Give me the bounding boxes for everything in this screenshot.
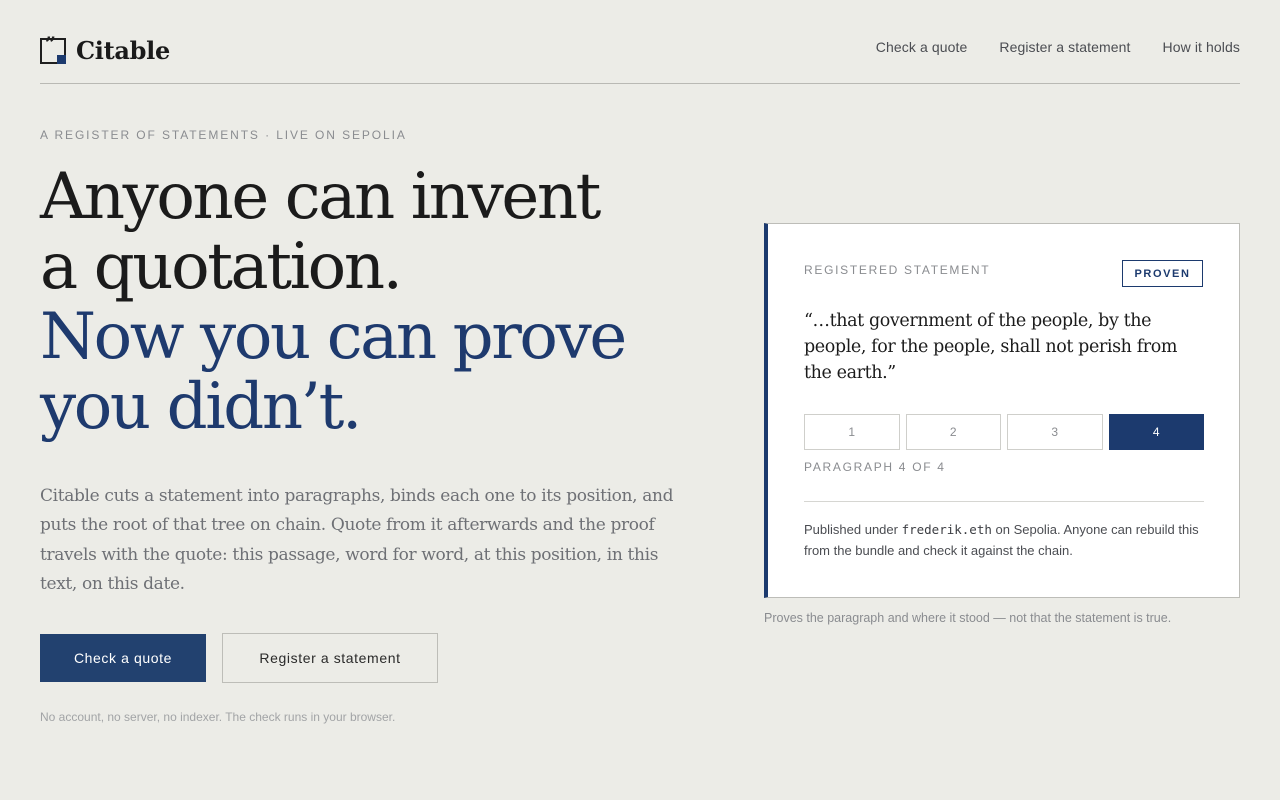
hero-eyebrow: A REGISTER OF STATEMENTS · LIVE ON SEPOL…: [40, 128, 407, 142]
hero-footnote: No account, no server, no indexer. The c…: [40, 710, 396, 724]
site-header: ” Citable Check a quote Register a state…: [40, 0, 1240, 84]
main-nav: Check a quote Register a statement How i…: [876, 39, 1240, 55]
published-note: Published under frederik.eth on Sepolia.…: [804, 522, 1199, 558]
paragraph-status: PARAGRAPH 4 OF 4: [804, 460, 946, 474]
logo[interactable]: ” Citable: [40, 35, 170, 66]
paragraph-button-2[interactable]: 2: [905, 414, 1001, 450]
nav-register-statement[interactable]: Register a statement: [999, 39, 1130, 55]
headline-line-1: Anyone can invent: [40, 160, 601, 234]
paragraph-selector: 1 2 3 4: [804, 414, 1204, 450]
hero-headline: Anyone can invent a quotation. Now you c…: [40, 162, 720, 442]
hero-lead: Citable cuts a statement into paragraphs…: [40, 486, 674, 594]
paragraph-button-3[interactable]: 3: [1007, 414, 1103, 450]
headline-accent-line-1: Now you can prove: [40, 300, 627, 374]
check-quote-button[interactable]: Check a quote: [40, 634, 206, 682]
paragraph-button-4[interactable]: 4: [1108, 414, 1204, 450]
nav-how-it-holds[interactable]: How it holds: [1163, 39, 1240, 55]
card-label: REGISTERED STATEMENT: [804, 263, 991, 277]
register-statement-button[interactable]: Register a statement: [222, 633, 438, 683]
card-caption: Proves the paragraph and where it stood …: [764, 611, 1172, 625]
publisher-handle: frederik.eth: [901, 522, 992, 537]
quote-box-icon: ”: [40, 35, 66, 64]
paragraph-button-1[interactable]: 1: [804, 414, 900, 450]
statement-quote: “…that government of the people, by the …: [804, 311, 1178, 383]
brand-name: Citable: [76, 36, 170, 65]
card-divider: [804, 501, 1204, 502]
nav-check-quote[interactable]: Check a quote: [876, 39, 968, 55]
status-badge: PROVEN: [1122, 260, 1203, 287]
registered-statement-card: REGISTERED STATEMENT PROVEN “…that gover…: [764, 223, 1240, 598]
headline-accent-line-2: you didn’t.: [40, 370, 362, 444]
headline-line-2: a quotation.: [40, 230, 403, 304]
